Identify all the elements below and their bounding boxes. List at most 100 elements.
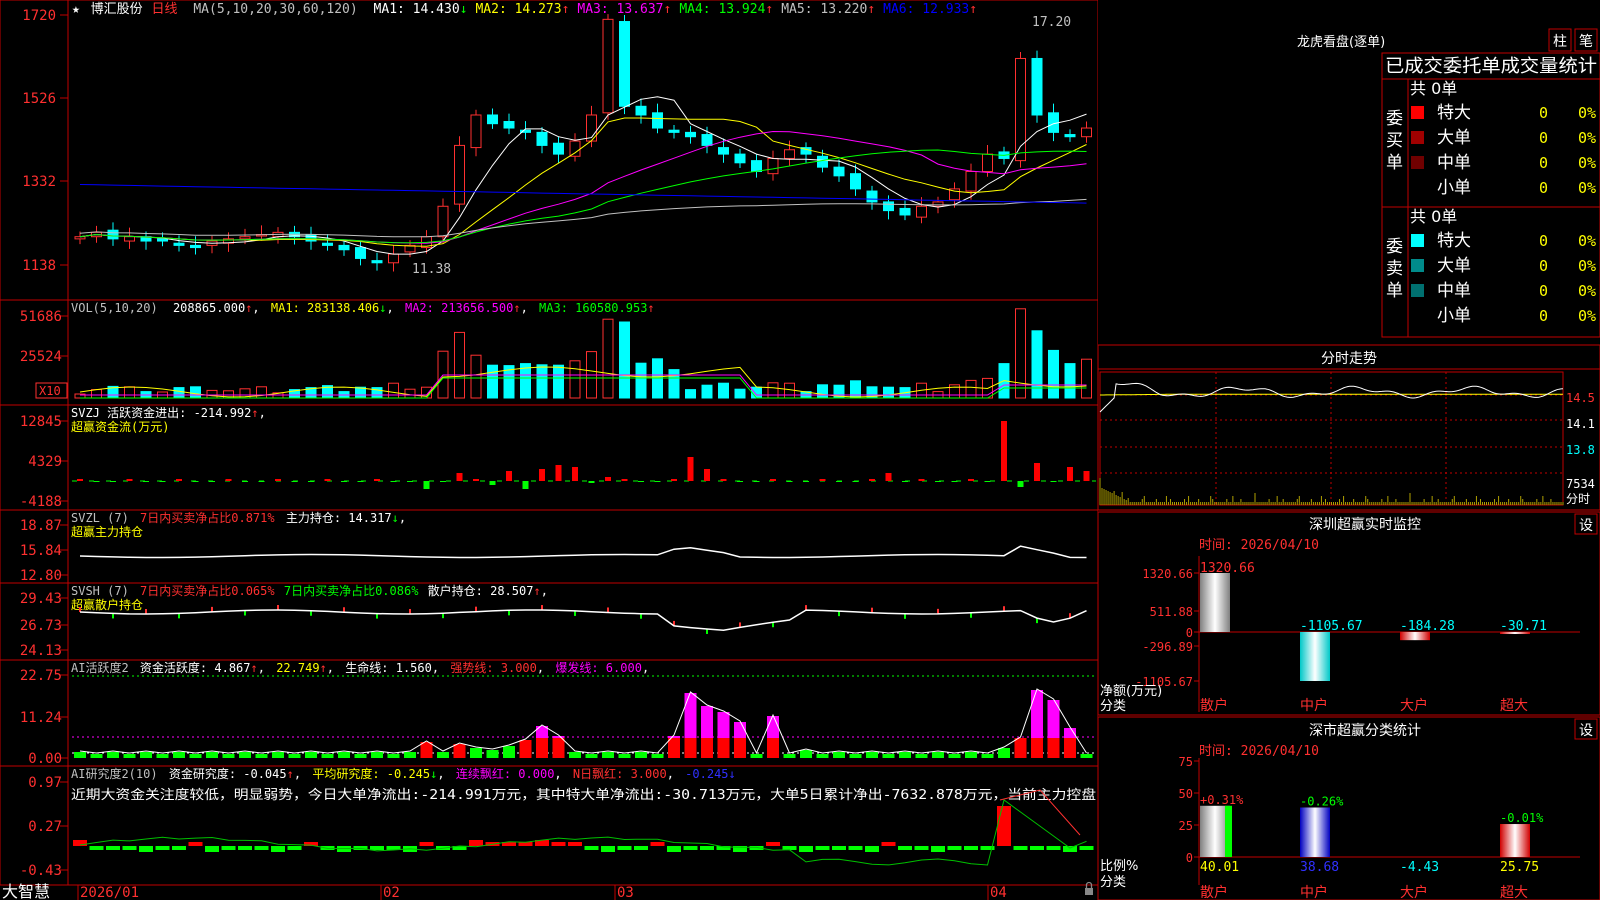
row-name: 特大 <box>1437 103 1471 123</box>
candle-body[interactable] <box>454 144 465 205</box>
y-tick-label: 18.87 <box>20 518 62 534</box>
volume-bar <box>817 384 828 399</box>
activity-bar <box>1047 738 1060 758</box>
candle-body[interactable] <box>652 112 663 129</box>
y-tick-label: 25524 <box>20 349 62 365</box>
y-tick-label: 25 <box>1179 819 1193 833</box>
fenshi-vol-tick: 7534 <box>1566 477 1595 491</box>
candle-body[interactable] <box>1015 57 1026 162</box>
candle-body[interactable] <box>503 121 515 129</box>
candle-body[interactable] <box>883 201 894 212</box>
candle-body[interactable] <box>685 131 696 138</box>
ai1-pane[interactable]: 22.75 11.24 0.00 <box>20 668 1096 767</box>
candle-body[interactable] <box>784 149 795 159</box>
activity-bar <box>156 754 169 758</box>
candle-body[interactable] <box>173 242 185 246</box>
lhb-header: 已成交委托单成交量统计 <box>1385 56 1597 77</box>
flow-bar <box>753 481 760 482</box>
candle-body[interactable] <box>322 242 333 246</box>
candle-body[interactable] <box>767 157 779 175</box>
candle-body[interactable] <box>1064 134 1076 138</box>
row-value: 0 <box>1539 232 1548 250</box>
candle-body[interactable] <box>866 190 878 203</box>
volume-bar <box>569 360 581 399</box>
ai2-comment: 近期大资金关注度较低，明显弱势，今日大单净流出:-214.991万元，其中特大单… <box>71 787 1096 803</box>
candle-body[interactable] <box>850 173 861 190</box>
activity-bar <box>734 738 746 758</box>
candle-body[interactable] <box>668 129 680 133</box>
svzj-line2: 超赢资金流(万元) <box>71 419 169 434</box>
research-bar <box>898 846 912 850</box>
row-name: 大单 <box>1437 256 1471 276</box>
activity-bar <box>288 754 301 758</box>
research-bar <box>568 842 582 846</box>
candle-body[interactable] <box>734 153 746 164</box>
vol-title: VOL(5,10,20) 208865.000↑, MA1: 283138.40… <box>71 301 655 315</box>
group-label-char: 委 <box>1386 237 1403 257</box>
category-label: 中户 <box>1300 884 1328 900</box>
volume-bar <box>602 318 614 399</box>
volume-bar <box>767 382 779 399</box>
candle-body[interactable] <box>437 205 449 238</box>
candle-body[interactable] <box>701 134 713 146</box>
volume-bar <box>91 389 102 399</box>
candle-body[interactable] <box>718 147 729 155</box>
candle-body[interactable] <box>470 114 482 149</box>
category-label: 中户 <box>1300 697 1328 714</box>
candle-body[interactable] <box>124 236 135 242</box>
candle-body[interactable] <box>982 153 993 172</box>
kline-chart-area[interactable]: ★ 博汇股份 日线 MA(5,10,20,30,60,120) MA1: 14.… <box>0 0 1099 900</box>
candle-body[interactable] <box>619 21 630 107</box>
candle-body[interactable] <box>965 170 977 192</box>
fenshi-y-tick: 14.5 <box>1566 391 1595 405</box>
candle-body[interactable] <box>602 18 614 114</box>
candle-body[interactable] <box>932 201 944 207</box>
flow-bar <box>473 479 479 481</box>
candle-body[interactable] <box>107 229 119 240</box>
group-label-char: 单 <box>1386 281 1403 301</box>
volume-bar <box>206 389 218 399</box>
candle-body[interactable] <box>487 114 498 125</box>
activity-bar <box>255 754 268 758</box>
ma-arrow: ↓ <box>460 2 468 17</box>
candle-body[interactable] <box>536 131 548 146</box>
candle-body[interactable] <box>355 247 366 259</box>
candle-body[interactable] <box>338 244 350 251</box>
candle-body[interactable] <box>635 105 647 116</box>
svsh-pane[interactable]: 29.43 26.73 24.13 <box>20 591 1087 659</box>
activity-bar <box>602 752 614 758</box>
candle-body[interactable] <box>190 244 201 249</box>
volume-bar <box>487 364 498 399</box>
y-tick-label: -0.43 <box>20 863 62 879</box>
candle-body[interactable] <box>74 236 86 240</box>
ma-value: MA2: 14.273 <box>475 2 561 17</box>
candle-body[interactable] <box>1031 57 1043 116</box>
candle-body[interactable] <box>916 205 927 218</box>
activity-bar <box>387 754 400 758</box>
price-pane[interactable]: 17.20 11.38 <box>74 14 1092 277</box>
flow-bar <box>621 479 628 481</box>
candle-body[interactable] <box>751 160 762 172</box>
flow-bar <box>143 481 149 482</box>
candle-body[interactable] <box>833 166 845 177</box>
activity-bar <box>998 748 1010 758</box>
research-bar <box>370 846 384 850</box>
candle-body[interactable] <box>817 155 828 168</box>
candle-body[interactable] <box>569 140 581 157</box>
candle-body[interactable] <box>1081 127 1092 138</box>
candle-body[interactable] <box>899 207 911 216</box>
activity-bar-top <box>717 712 730 738</box>
activity-bar <box>437 752 449 758</box>
volume-bar <box>404 388 416 399</box>
lock-icon[interactable] <box>1085 881 1093 896</box>
candle-body[interactable] <box>553 142 564 155</box>
flow-bar <box>77 479 83 481</box>
candle-body[interactable] <box>371 260 383 264</box>
svzl-pane[interactable]: 18.87 15.84 12.80 <box>20 518 1087 584</box>
svsh-line2: 超赢散户持仓 <box>71 597 143 612</box>
candle-body[interactable] <box>157 238 168 242</box>
candle-body[interactable] <box>388 253 399 264</box>
candle-body[interactable] <box>239 236 251 240</box>
volume-pane[interactable]: 51686 25524 <box>20 308 1092 399</box>
svzj-pane[interactable]: 12845 4329 -4188 <box>20 414 1096 510</box>
